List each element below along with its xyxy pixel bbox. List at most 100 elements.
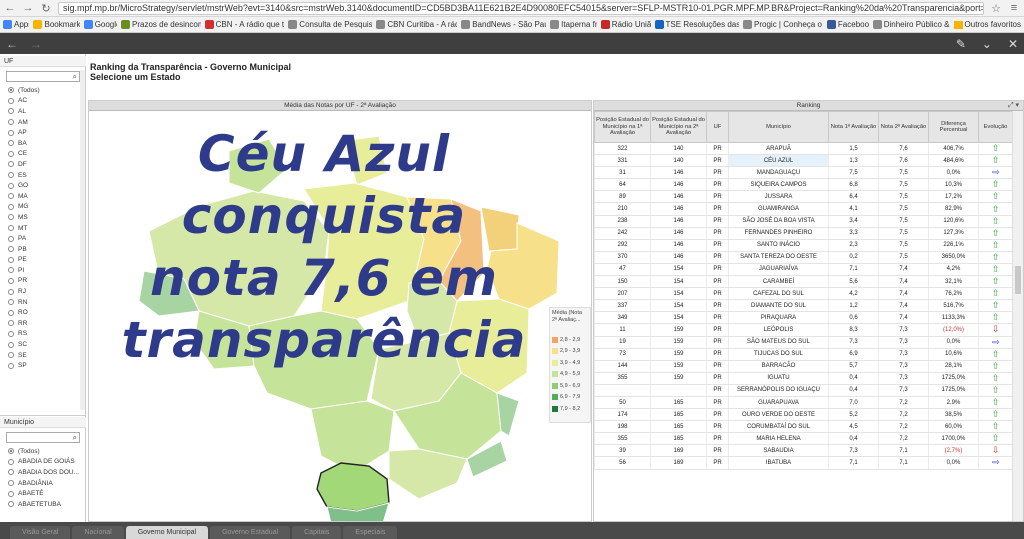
radio-button[interactable] [8,225,14,232]
radio-button[interactable] [8,108,14,115]
bookmark-item[interactable]: Apps [3,20,29,29]
filter-option[interactable]: ABAETETUBA [8,499,86,510]
radio-button[interactable] [8,501,14,508]
bookmark-item[interactable]: CBN - A rádio que toc [204,20,284,29]
column-header[interactable]: Nota 1ª Avaliação [828,111,879,143]
column-header[interactable]: Evolução [978,111,1013,143]
radio-button[interactable] [8,119,14,126]
tab-especiais[interactable]: Especiais [343,526,398,539]
back-arrow-icon[interactable]: ← [6,37,18,51]
column-header[interactable]: Nota 2ª Avaliação [878,111,929,143]
radio-button[interactable] [8,246,14,253]
uf-search-input[interactable]: ⌕ [6,71,80,82]
table-row[interactable]: 47 154 PR JAGUARIAÍVA 7,1 7,4 4,2% ⇧ [594,263,1013,277]
other-bookmarks[interactable]: Outros favoritos [953,20,1021,29]
menu-icon[interactable]: ≡ [1008,2,1020,14]
filter-option[interactable]: AL [8,106,86,117]
star-icon[interactable]: ☆ [990,2,1002,15]
address-bar[interactable]: sig.mpf.mp.br/MicroStrategy/servlet/mstr… [58,1,984,15]
filter-option[interactable]: DF [8,159,86,170]
table-row[interactable]: 331 140 PR CÉU AZUL 1,3 7,6 484,6% ⇧ [594,154,1013,168]
filter-option[interactable]: RJ [8,286,86,297]
bookmark-item[interactable]: CBN Curitiba - A rádio [376,20,457,29]
forward-arrow-icon[interactable]: → [22,2,34,14]
table-row[interactable]: 370 146 PR SANTA TEREZA DO OESTE 0,2 7,5 3650,… [594,251,1013,264]
radio-button[interactable] [8,267,14,274]
filter-option[interactable]: BA [8,138,86,149]
filter-option[interactable]: PR [8,276,86,287]
map-state-mato-grosso-do-sul[interactable] [310,400,395,474]
table-row[interactable]: 238 146 PR SÃO JOSÉ DA BOA VISTA 3,4 7,5 120,6… [594,215,1013,228]
radio-button[interactable] [8,235,14,242]
filter-option[interactable]: (Todos) [8,446,86,457]
radio-button[interactable] [8,203,14,210]
back-arrow-icon[interactable]: ← [4,2,16,14]
radio-button[interactable] [8,309,14,316]
table-row[interactable]: 349 154 PR PIRAQUARA 0,6 7,4 1133,3% ⇧ [594,311,1013,325]
close-icon[interactable]: ✕ [1008,37,1018,51]
table-row[interactable]: 355 165 PR MARIA HELENA 0,4 7,2 1700,0% ⇧ [594,432,1013,446]
tab-capitais[interactable]: Capitais [292,526,342,539]
radio-button[interactable] [8,320,14,327]
filter-option[interactable]: MT [8,223,86,234]
radio-button[interactable] [8,256,14,263]
filter-option[interactable]: ABADIÂNIA [8,478,86,489]
radio-button[interactable] [8,140,14,147]
bookmark-item[interactable]: Facebook [826,20,869,29]
bookmark-item[interactable]: Dinheiro Público & C [872,20,950,29]
tab-governo-municipal[interactable]: Governo Municipal [125,526,209,539]
map-state-sao-paulo[interactable] [388,448,468,500]
radio-button[interactable] [8,129,14,136]
column-header[interactable]: Posição Estadual do Município na 1ª Aval… [594,111,651,143]
table-row[interactable]: 207 154 PR CAFEZAL DO SUL 4,2 7,4 76,2% ⇧ [594,287,1013,301]
table-row[interactable]: 174 165 PR OURO VERDE DO OESTE 5,2 7,2 38,5% ⇧ [594,408,1013,422]
table-row[interactable]: 198 165 PR CORUMBATAÍ DO SUL 4,5 7,2 60,0% ⇧ [594,420,1013,434]
filter-option[interactable]: MS [8,212,86,223]
filter-option[interactable]: PB [8,244,86,255]
filter-option[interactable]: RN [8,297,86,308]
column-header[interactable]: Posição Estadual do Município na 2ª Aval… [650,111,707,143]
table-row[interactable]: 73 159 PR TIJUCAS DO SUL 6,9 7,3 10,6% ⇧ [594,348,1013,361]
radio-button[interactable] [8,480,14,487]
bookmark-item[interactable]: Progic | Conheça o Si [743,20,823,29]
scrollbar-thumb[interactable] [1015,266,1021,294]
radio-button[interactable] [8,87,14,94]
municipio-search-input[interactable]: ⌕ [6,432,80,443]
table-row[interactable]: 292 146 PR SANTO INÁCIO 2,3 7,5 226,1% ⇧ [594,239,1013,252]
table-row[interactable]: 322 140 PR ARAPUÃ 1,5 7,6 406,7% ⇧ [594,142,1013,156]
radio-button[interactable] [8,172,14,179]
table-row[interactable]: 64 146 PR SIQUEIRA CAMPOS 6,8 7,5 10,3% ⇧ [594,178,1013,192]
filter-option[interactable]: SE [8,350,86,361]
filter-option[interactable]: PA [8,233,86,244]
radio-button[interactable] [8,469,14,476]
radio-button[interactable] [8,299,14,306]
radio-button[interactable] [8,150,14,157]
table-row[interactable]: 144 159 PR BARRACÃO 5,7 7,3 28,1% ⇧ [594,360,1013,373]
filter-option[interactable]: RO [8,307,86,318]
ranking-scrollbar[interactable] [1012,111,1023,521]
table-row[interactable]: 150 154 PR CARAMBEÍ 5,6 7,4 32,1% ⇧ [594,275,1013,289]
table-row[interactable]: 337 154 PR DIAMANTE DO SUL 1,2 7,4 516,7% ⇧ [594,299,1013,313]
filter-option[interactable]: SP [8,360,86,371]
radio-button[interactable] [8,182,14,189]
table-row[interactable]: 56 169 PR IBATUBA 7,1 7,1 0,0% ⇨ [594,456,1013,470]
filter-option[interactable]: RS [8,329,86,340]
filter-option[interactable]: ABADIA DE GOIÁS [8,457,86,468]
filter-option[interactable]: CE [8,149,86,160]
column-header[interactable]: Diferença Percentual [928,111,979,143]
radio-button[interactable] [8,193,14,200]
radio-button[interactable] [8,288,14,295]
table-row[interactable]: 39 169 PR SABAUDIA 7,3 7,1 (2,7%) ⇩ [594,444,1013,458]
tab-nacional[interactable]: Nacional [72,526,124,539]
radio-button[interactable] [8,341,14,348]
edit-pencil-icon[interactable]: ✎ [956,37,966,51]
bookmark-item[interactable]: BandNews - São Paulo [461,20,546,29]
column-header[interactable]: Município [728,111,829,143]
filter-option[interactable]: RR [8,318,86,329]
filter-option[interactable]: PE [8,255,86,266]
map-state-parana[interactable] [316,462,390,512]
filter-option[interactable]: PI [8,265,86,276]
filter-option[interactable]: ABAETÉ [8,488,86,499]
filter-option[interactable]: GO [8,180,86,191]
radio-button[interactable] [8,330,14,337]
